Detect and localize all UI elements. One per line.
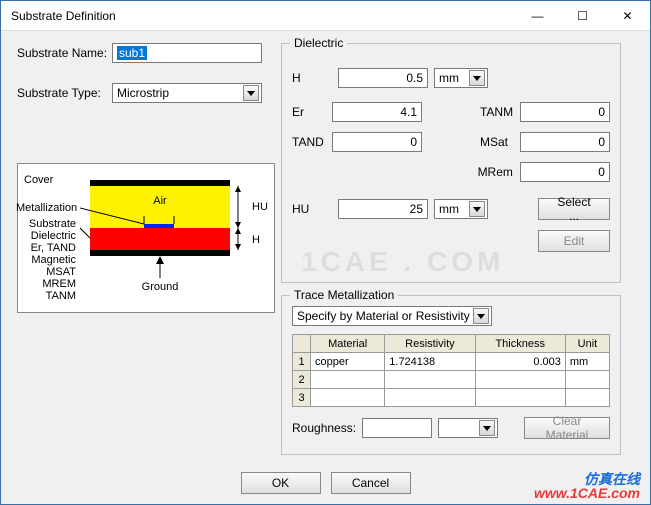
th-thickness: Thickness: [475, 335, 565, 353]
hu-unit-select[interactable]: mm: [434, 199, 488, 219]
msat-label: MSat: [480, 135, 514, 149]
cancel-button[interactable]: Cancel: [331, 472, 411, 494]
chevron-down-icon: [479, 420, 495, 436]
left-column: Substrate Name: sub1 Substrate Type: Mic…: [17, 43, 275, 313]
er-input[interactable]: [332, 102, 422, 122]
trace-group: Trace Metallization Specify by Material …: [281, 295, 621, 455]
dia-substrate: Substrate: [16, 218, 76, 230]
msat-input[interactable]: [520, 132, 610, 152]
dialog-window: Substrate Definition — ☐ ✕ 1CAE . COM Su…: [0, 0, 651, 505]
tand-label: TAND: [292, 135, 326, 149]
hu-input[interactable]: [338, 199, 428, 219]
mrem-label: MRem: [478, 165, 514, 179]
substrate-diagram: Cover Metallization Substrate Dielectric…: [17, 163, 275, 313]
th-resistivity: Resistivity: [385, 335, 475, 353]
dia-metallization: Metallization: [16, 202, 76, 214]
table-row: 2: [293, 371, 610, 389]
edit-button[interactable]: Edit: [538, 230, 610, 252]
th-material: Material: [311, 335, 385, 353]
dia-h: H: [252, 234, 260, 246]
chevron-down-icon: [243, 85, 259, 101]
roughness-input[interactable]: [362, 418, 432, 438]
chevron-down-icon: [473, 308, 489, 324]
dielectric-title: Dielectric: [290, 36, 347, 50]
th-unit: Unit: [565, 335, 609, 353]
dia-mrem: MREM: [16, 278, 76, 290]
dialog-content: 1CAE . COM Substrate Name: sub1 Substrat…: [1, 31, 650, 504]
ok-button[interactable]: OK: [241, 472, 321, 494]
footer-watermark: 仿真在线 www.1CAE.com: [534, 472, 640, 500]
trace-title: Trace Metallization: [290, 288, 398, 302]
trace-mode-select[interactable]: Specify by Material or Resistivity: [292, 306, 492, 326]
minimize-button[interactable]: —: [515, 1, 560, 30]
roughness-label: Roughness:: [292, 421, 356, 435]
h-unit-select[interactable]: mm: [434, 68, 488, 88]
select-button[interactable]: Select ...: [538, 198, 610, 220]
mrem-input[interactable]: [520, 162, 610, 182]
substrate-type-value: Microstrip: [117, 86, 169, 100]
titlebar: Substrate Definition — ☐ ✕: [1, 1, 650, 31]
trace-table[interactable]: Material Resistivity Thickness Unit 1 co…: [292, 334, 610, 407]
window-title: Substrate Definition: [11, 9, 116, 23]
right-column: Dielectric H mm Er TANM: [281, 43, 621, 467]
dia-magnetic: Magnetic: [16, 254, 76, 266]
substrate-name-label: Substrate Name:: [17, 46, 112, 60]
substrate-name-input[interactable]: sub1: [112, 43, 262, 63]
substrate-type-label: Substrate Type:: [17, 86, 112, 100]
close-button[interactable]: ✕: [605, 1, 650, 30]
er-label: Er: [292, 105, 326, 119]
dia-hu: HU: [252, 201, 268, 213]
maximize-button[interactable]: ☐: [560, 1, 605, 30]
tanm-label: TANM: [480, 105, 514, 119]
h-input[interactable]: [338, 68, 428, 88]
substrate-name-value: sub1: [117, 46, 147, 60]
dia-dielectric: Dielectric: [16, 230, 76, 242]
clear-material-button[interactable]: Clear Material: [524, 417, 610, 439]
substrate-type-select[interactable]: Microstrip: [112, 83, 262, 103]
chevron-down-icon: [469, 201, 485, 217]
roughness-unit-select[interactable]: [438, 418, 498, 438]
h-label: H: [292, 71, 332, 85]
table-row: 1 copper 1.724138 0.003 mm: [293, 353, 610, 371]
dielectric-group: Dielectric H mm Er TANM: [281, 43, 621, 283]
dia-msat: MSAT: [16, 266, 76, 278]
hu-label: HU: [292, 202, 332, 216]
dia-cover: Cover: [24, 174, 84, 186]
chevron-down-icon: [469, 70, 485, 86]
dia-er-tand: Er, TAND: [16, 242, 76, 254]
dia-tanm: TANM: [16, 290, 76, 302]
diagram-svg: Air Ground: [80, 168, 270, 308]
table-row: 3: [293, 389, 610, 407]
tand-input[interactable]: [332, 132, 422, 152]
tanm-input[interactable]: [520, 102, 610, 122]
dia-air: Air: [153, 195, 167, 207]
dia-ground: Ground: [142, 281, 179, 293]
